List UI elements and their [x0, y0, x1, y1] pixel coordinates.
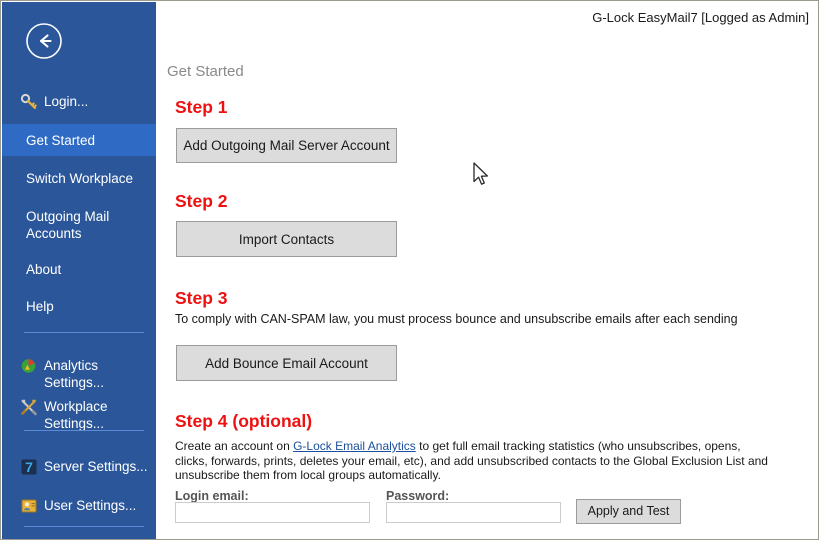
sidebar-item-label: Switch Workplace — [26, 171, 134, 186]
sidebar: Login... Get Started Switch Workplace Ou… — [2, 2, 156, 539]
mouse-cursor — [472, 162, 492, 190]
login-email-input[interactable] — [175, 502, 370, 523]
sidebar-item-label: About — [26, 262, 62, 277]
sidebar-divider-3 — [24, 526, 144, 527]
step-3-heading: Step 3 — [175, 288, 228, 308]
sidebar-item-label: Workplace Settings... — [44, 399, 108, 431]
page-title: Get Started — [167, 63, 244, 80]
sidebar-item-label: Analytics Settings... — [44, 358, 105, 390]
analytics-pie-icon — [20, 357, 38, 375]
sidebar-item-get-started[interactable]: Get Started — [2, 124, 156, 156]
step-1-heading: Step 1 — [175, 97, 228, 117]
sidebar-item-label: Login... — [44, 94, 89, 109]
password-label: Password: — [386, 489, 450, 503]
password-input[interactable] — [386, 502, 561, 523]
sidebar-item-outgoing-mail-accounts[interactable]: Outgoing Mail Accounts — [2, 204, 142, 246]
sidebar-item-label: Get Started — [26, 133, 96, 148]
sidebar-item-switch-workplace[interactable]: Switch Workplace — [2, 166, 156, 191]
window-title: G-Lock EasyMail7 [Logged as Admin] — [592, 10, 809, 25]
svg-text:7: 7 — [25, 459, 33, 475]
application-window: Login... Get Started Switch Workplace Ou… — [0, 0, 819, 540]
sidebar-item-help[interactable]: Help — [2, 294, 156, 319]
step-4-text-before-link: Create an account on — [175, 439, 294, 453]
back-button[interactable] — [25, 22, 63, 60]
sidebar-item-label: Server Settings... — [44, 459, 148, 474]
import-contacts-button[interactable]: Import Contacts — [176, 221, 397, 257]
add-bounce-email-account-button[interactable]: Add Bounce Email Account — [176, 345, 397, 381]
sidebar-divider-1 — [24, 332, 144, 333]
key-icon — [20, 93, 38, 111]
apply-and-test-button[interactable]: Apply and Test — [576, 499, 681, 524]
step-2-heading: Step 2 — [175, 191, 228, 211]
tools-icon — [20, 398, 38, 416]
sidebar-item-label: Help — [26, 299, 54, 314]
sidebar-item-login[interactable]: Login... — [2, 89, 156, 114]
sidebar-item-user-settings[interactable]: User Settings... — [2, 493, 156, 518]
sidebar-item-label: User Settings... — [44, 498, 137, 513]
sidebar-divider-2 — [24, 430, 144, 431]
g-lock-email-analytics-link[interactable]: G-Lock Email Analytics — [293, 439, 416, 453]
main-content: G-Lock EasyMail7 [Logged as Admin] Get S… — [156, 2, 817, 538]
step-3-description: To comply with CAN-SPAM law, you must pr… — [175, 312, 738, 326]
step-4-description: Create an account on G-Lock Email Analyt… — [175, 439, 775, 483]
step-4-heading: Step 4 (optional) — [175, 411, 313, 431]
user-card-icon — [20, 497, 38, 515]
sidebar-item-analytics-settings[interactable]: Analytics Settings... — [2, 353, 156, 395]
login-email-label: Login email: — [175, 489, 249, 503]
sidebar-item-about[interactable]: About — [2, 257, 156, 282]
add-outgoing-mail-server-account-button[interactable]: Add Outgoing Mail Server Account — [176, 128, 397, 163]
server-seven-icon: 7 — [20, 458, 38, 476]
sidebar-item-server-settings[interactable]: 7 Server Settings... — [2, 454, 156, 479]
sidebar-item-label: Outgoing Mail Accounts — [26, 209, 110, 241]
